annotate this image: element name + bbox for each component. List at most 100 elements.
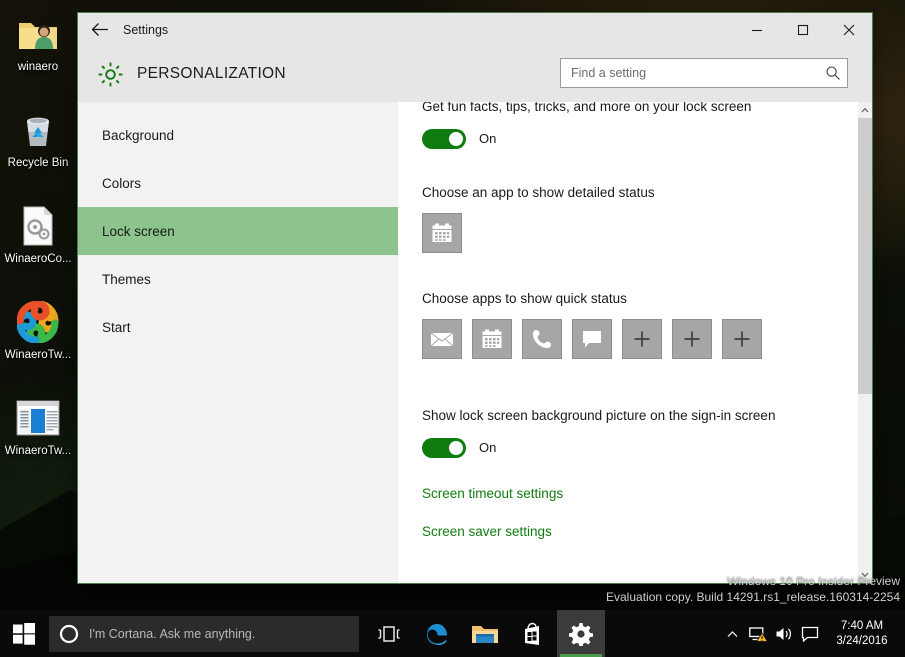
screen-timeout-settings-link[interactable]: Screen timeout settings xyxy=(422,486,836,501)
sidebar-item-label: Colors xyxy=(102,175,142,191)
taskbar-clock[interactable]: 7:40 AM 3/24/2016 xyxy=(823,610,901,657)
taskbar-app-settings[interactable] xyxy=(557,610,605,657)
winaero-tweaker-icon xyxy=(16,300,60,344)
signin-picture-label: Show lock screen background picture on t… xyxy=(422,407,776,423)
plus-icon xyxy=(684,331,700,347)
desktop-icon-label: WinaeroTw... xyxy=(4,445,72,457)
taskbar-app-edge[interactable] xyxy=(413,610,461,657)
desktop-icon-label: WinaeroCo... xyxy=(4,253,72,265)
quick-status-add-tile-1[interactable] xyxy=(622,318,662,359)
screen-saver-settings-link[interactable]: Screen saver settings xyxy=(422,524,836,539)
quick-status-add-tile-2[interactable] xyxy=(672,318,712,359)
network-warning-icon xyxy=(748,626,768,642)
quick-status-phone-tile[interactable] xyxy=(522,318,562,359)
edge-icon xyxy=(427,623,447,645)
tray-chevron-up-button[interactable] xyxy=(719,610,745,657)
plus-icon xyxy=(634,331,650,347)
settings-window: Settings PERSONALIZATION Find a setting … xyxy=(77,12,873,584)
detailed-status-tile-row xyxy=(422,212,836,253)
fun-facts-label: Get fun facts, tips, tricks, and more on… xyxy=(422,102,752,114)
scroll-down-button[interactable] xyxy=(858,567,872,583)
task-view-icon xyxy=(378,625,400,642)
tray-network-button[interactable] xyxy=(745,610,771,657)
desktop-icon-winaero[interactable]: winaero xyxy=(0,6,76,102)
signin-picture-toggle[interactable] xyxy=(422,437,466,458)
desktop-icon-winaero-tweaker[interactable]: WinaeroTw... xyxy=(0,294,76,390)
window-titlebar: Settings xyxy=(78,13,872,46)
clock-date: 3/24/2016 xyxy=(836,635,888,647)
detailed-status-calendar-tile[interactable] xyxy=(422,212,462,253)
minimize-icon xyxy=(752,29,762,31)
task-view-button[interactable] xyxy=(365,610,413,657)
phone-icon xyxy=(533,329,551,348)
calendar-icon xyxy=(482,329,502,348)
personalization-gear-icon xyxy=(89,61,131,88)
tray-volume-button[interactable] xyxy=(771,610,797,657)
search-icon[interactable] xyxy=(819,59,847,87)
desktop-icon-recycle-bin[interactable]: Recycle Bin xyxy=(0,102,76,198)
fun-facts-toggle-state: On xyxy=(479,131,497,147)
cortana-search-box[interactable]: I'm Cortana. Ask me anything. xyxy=(49,615,359,652)
close-button[interactable] xyxy=(826,13,872,46)
fun-facts-toggle[interactable] xyxy=(422,128,466,149)
store-icon xyxy=(525,622,539,645)
user-folder-icon xyxy=(16,12,60,56)
sidebar-item-background[interactable]: Background xyxy=(78,111,398,159)
clock-time: 7:40 AM xyxy=(840,619,884,632)
window-controls xyxy=(734,13,872,46)
tray-action-center-button[interactable] xyxy=(797,610,823,657)
page-title: PERSONALIZATION xyxy=(137,65,286,82)
config-file-icon xyxy=(16,204,60,248)
close-icon xyxy=(843,24,855,35)
back-button[interactable] xyxy=(78,13,122,46)
back-arrow-icon xyxy=(91,23,108,36)
signin-picture-toggle-row: On xyxy=(422,437,836,458)
recycle-bin-icon xyxy=(16,108,60,152)
chevron-up-icon xyxy=(727,630,737,637)
desktop-icon-winaero-window[interactable]: WinaeroTw... xyxy=(0,390,76,486)
quick-status-mail-tile[interactable] xyxy=(422,318,462,359)
scroll-up-button[interactable] xyxy=(858,102,872,118)
windows-logo-icon xyxy=(13,622,35,645)
quick-status-label: Choose apps to show quick status xyxy=(422,290,627,306)
sidebar-item-colors[interactable]: Colors xyxy=(78,159,398,207)
volume-icon xyxy=(776,627,791,640)
settings-gear-icon xyxy=(569,622,593,646)
start-button[interactable] xyxy=(0,610,48,657)
signin-picture-toggle-state: On xyxy=(479,440,497,455)
search-box[interactable] xyxy=(560,58,848,88)
file-explorer-icon xyxy=(472,625,498,643)
desktop-icon-label: winaero xyxy=(17,61,59,73)
sidebar-item-label: Start xyxy=(102,319,131,335)
quick-status-calendar-tile[interactable] xyxy=(472,318,512,359)
mail-icon xyxy=(430,332,454,347)
desktop-icon-label: Recycle Bin xyxy=(7,157,69,169)
cortana-circle-icon xyxy=(49,624,89,644)
settings-body: Background Colors Lock screen Themes Sta… xyxy=(78,102,872,583)
toggle-knob xyxy=(449,131,463,146)
chevron-up-icon xyxy=(861,107,869,113)
quick-status-message-tile[interactable] xyxy=(572,318,612,359)
sidebar-item-label: Themes xyxy=(102,271,151,287)
content-scrollbar[interactable] xyxy=(858,102,872,583)
taskbar-app-store[interactable] xyxy=(509,610,557,657)
sidebar-item-lock-screen[interactable]: Lock screen xyxy=(78,207,398,255)
desktop-icon-winaero-config[interactable]: WinaeroCo... xyxy=(0,198,76,294)
toggle-knob xyxy=(449,440,463,455)
sidebar-item-themes[interactable]: Themes xyxy=(78,255,398,303)
quick-status-add-tile-3[interactable] xyxy=(722,318,762,359)
scrollbar-thumb[interactable] xyxy=(858,118,872,394)
settings-nav-pane: Background Colors Lock screen Themes Sta… xyxy=(78,102,398,583)
action-center-icon xyxy=(801,626,819,642)
taskbar-app-file-explorer[interactable] xyxy=(461,610,509,657)
scrollbar-track[interactable] xyxy=(858,118,872,567)
sidebar-item-start[interactable]: Start xyxy=(78,303,398,351)
system-tray: 7:40 AM 3/24/2016 xyxy=(719,610,905,657)
maximize-icon xyxy=(797,24,809,35)
chevron-down-icon xyxy=(861,572,869,578)
winaero-window-icon xyxy=(16,396,60,440)
maximize-button[interactable] xyxy=(780,13,826,46)
minimize-button[interactable] xyxy=(734,13,780,46)
plus-icon xyxy=(734,331,750,347)
search-input[interactable] xyxy=(561,59,819,87)
